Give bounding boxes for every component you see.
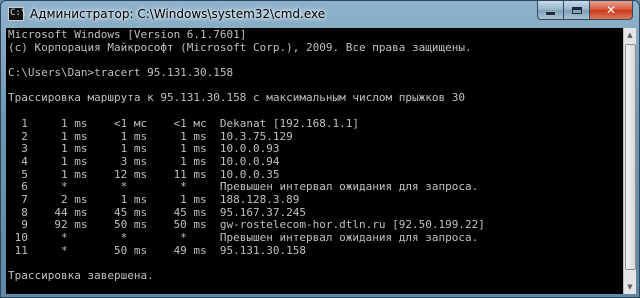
console-line: 11 * 50 ms 49 ms 95.131.30.158 <box>8 243 307 257</box>
window-controls: ✕ <box>537 1 633 20</box>
close-icon: ✕ <box>605 3 617 17</box>
console-line: C:\Users\Dan>tracert 95.131.30.158 <box>8 66 234 80</box>
arrow-down-icon: ▼ <box>627 283 633 291</box>
console-output[interactable]: Microsoft Windows [Version 6.1.7601] (c) … <box>6 28 623 294</box>
console-line: Трассировка завершена. <box>8 269 154 283</box>
vertical-scrollbar[interactable]: ▲ ▼ <box>623 28 636 294</box>
scroll-thumb[interactable] <box>625 44 636 270</box>
console-line: Трассировка маршрута к 95.131.30.158 с м… <box>8 91 465 105</box>
minimize-button[interactable] <box>537 1 563 20</box>
window-title: Администратор: C:\Windows\system32\cmd.e… <box>30 7 326 21</box>
minimize-icon <box>546 12 555 15</box>
maximize-icon <box>571 6 582 14</box>
scroll-down-button[interactable]: ▼ <box>624 280 636 294</box>
arrow-up-icon: ▲ <box>627 31 633 39</box>
console-line: (c) Корпорация Майкрософт (Microsoft Cor… <box>8 40 472 54</box>
console-line: 3 1 ms 1 ms 1 ms 10.0.0.93 <box>8 142 280 156</box>
close-button[interactable]: ✕ <box>589 1 633 20</box>
console-line: 1 1 ms <1 мс <1 мс Dekanat [192.168.1.1] <box>8 116 359 130</box>
cmd-icon[interactable]: C:\ <box>8 7 26 21</box>
console-line: 10 * * * Превышен интервал ожидания для … <box>8 231 479 244</box>
console-line: 7 2 ms 1 ms 1 ms 188.128.3.89 <box>8 192 300 206</box>
console-line: Microsoft Windows [Version 6.1.7601] <box>8 28 247 41</box>
scroll-up-button[interactable]: ▲ <box>624 28 636 42</box>
console-lines: Microsoft Windows [Version 6.1.7601] (c) … <box>6 28 623 294</box>
cmd-window: C:\ Администратор: C:\Windows\system32\c… <box>0 0 640 298</box>
console-line: 4 1 ms 3 ms 1 ms 10.0.0.94 <box>8 154 280 168</box>
maximize-button[interactable] <box>563 1 589 20</box>
